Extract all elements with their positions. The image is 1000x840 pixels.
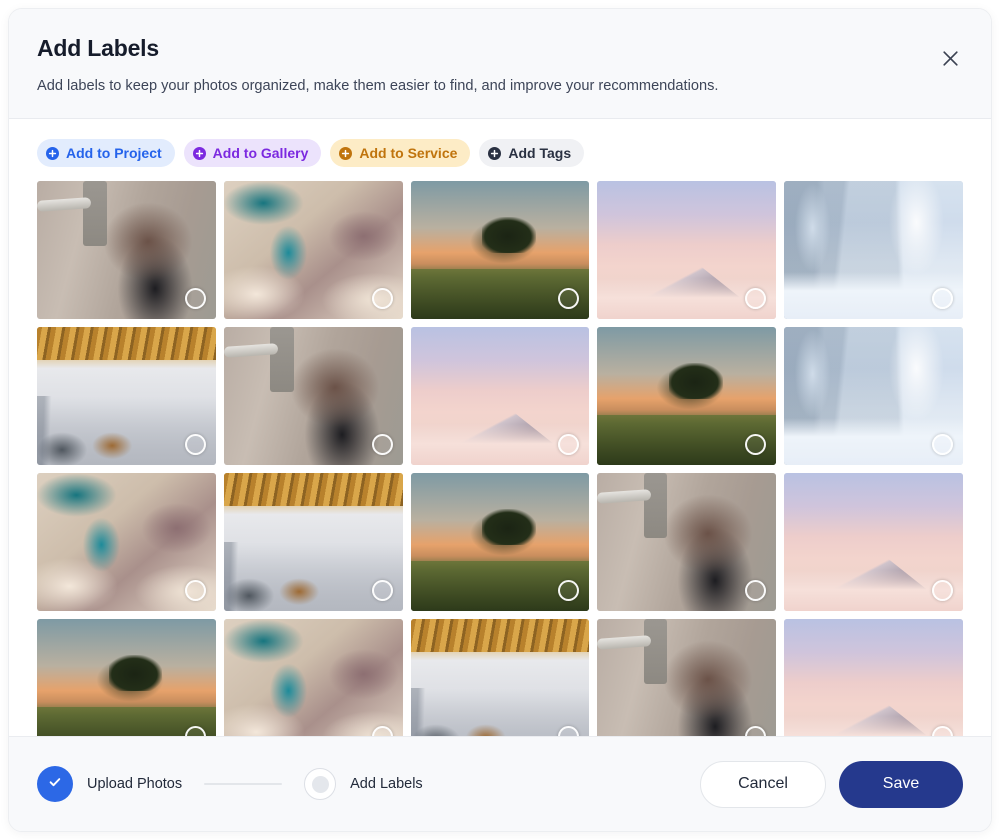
- chip-label: Add to Service: [359, 145, 458, 162]
- photo-thumbnail: [784, 619, 963, 736]
- step-upload-photos-indicator[interactable]: [37, 766, 73, 802]
- photo-thumbnail: [410, 619, 590, 736]
- photo-tile[interactable]: [597, 327, 777, 466]
- close-icon: [941, 49, 960, 68]
- photo-tile[interactable]: [410, 473, 590, 612]
- photo-select-checkbox[interactable]: [932, 288, 953, 310]
- photo-tile[interactable]: [37, 181, 216, 320]
- dialog-header: Add Labels Add labels to keep your photo…: [9, 9, 991, 120]
- dialog-title: Add Labels: [37, 35, 159, 61]
- step-upload-photos-label: Upload Photos: [87, 776, 183, 792]
- save-button[interactable]: Save: [839, 760, 963, 808]
- plus-circle-icon: [46, 146, 59, 160]
- photo-tile[interactable]: [784, 327, 963, 466]
- dialog-footer: Upload Photos Add Labels Cancel Save: [9, 736, 991, 831]
- chip-label: Add Tags: [508, 145, 572, 162]
- photo-select-checkbox[interactable]: [932, 580, 953, 602]
- close-button[interactable]: [935, 43, 965, 73]
- chip-add-to-service[interactable]: Add to Service: [330, 139, 471, 168]
- chip-add-to-project[interactable]: Add to Project: [37, 139, 175, 168]
- photo-tile[interactable]: [37, 327, 216, 466]
- photo-tile[interactable]: [223, 619, 403, 736]
- photo-tile[interactable]: [410, 327, 590, 466]
- photo-select-checkbox[interactable]: [371, 288, 393, 310]
- photo-select-checkbox[interactable]: [371, 580, 393, 602]
- plus-circle-icon: [192, 146, 206, 160]
- photo-tile[interactable]: [597, 181, 777, 320]
- chip-label: Add to Gallery: [212, 145, 309, 162]
- photo-select-checkbox[interactable]: [932, 434, 953, 456]
- dot-icon: [311, 775, 329, 793]
- photo-tile[interactable]: [597, 619, 777, 736]
- photo-tile[interactable]: [37, 473, 216, 612]
- photo-tile[interactable]: [784, 619, 963, 736]
- photo-thumbnail: [597, 619, 777, 736]
- photo-tile[interactable]: [223, 327, 403, 466]
- photo-tile[interactable]: [784, 181, 963, 320]
- photo-thumbnail: [223, 619, 403, 736]
- photo-grid-scroll-area[interactable]: [9, 181, 991, 736]
- photo-select-checkbox[interactable]: [184, 580, 206, 602]
- photo-tile[interactable]: [784, 473, 963, 612]
- chip-label: Add to Project: [66, 145, 162, 162]
- photo-tile[interactable]: [37, 619, 216, 736]
- chip-add-to-gallery[interactable]: Add to Gallery: [183, 139, 322, 168]
- photo-select-checkbox[interactable]: [371, 434, 393, 456]
- wizard-stepper: Upload Photos Add Labels: [37, 766, 423, 802]
- photo-tile[interactable]: [597, 473, 777, 612]
- photo-thumbnail: [37, 619, 216, 736]
- add-labels-dialog: Add Labels Add labels to keep your photo…: [8, 8, 992, 832]
- dialog-subtitle: Add labels to keep your photos organized…: [37, 77, 719, 94]
- photo-tile[interactable]: [410, 181, 590, 320]
- plus-circle-icon: [339, 146, 353, 160]
- step-add-labels-label: Add Labels: [350, 776, 423, 792]
- photo-tile[interactable]: [223, 181, 403, 320]
- check-icon: [47, 774, 63, 795]
- label-chip-row: Add to Project Add to Gallery Add to Ser…: [9, 119, 991, 182]
- stepper-connector: [204, 783, 283, 785]
- photo-tile[interactable]: [223, 473, 403, 612]
- photo-select-checkbox[interactable]: [184, 288, 206, 310]
- step-add-labels-indicator[interactable]: [304, 768, 337, 800]
- photo-tile[interactable]: [410, 619, 590, 736]
- cancel-button[interactable]: Cancel: [700, 760, 826, 808]
- photo-select-checkbox[interactable]: [184, 434, 206, 456]
- chip-add-tags[interactable]: Add Tags: [479, 139, 585, 168]
- plus-circle-icon: [488, 146, 502, 160]
- photo-grid: [37, 181, 963, 736]
